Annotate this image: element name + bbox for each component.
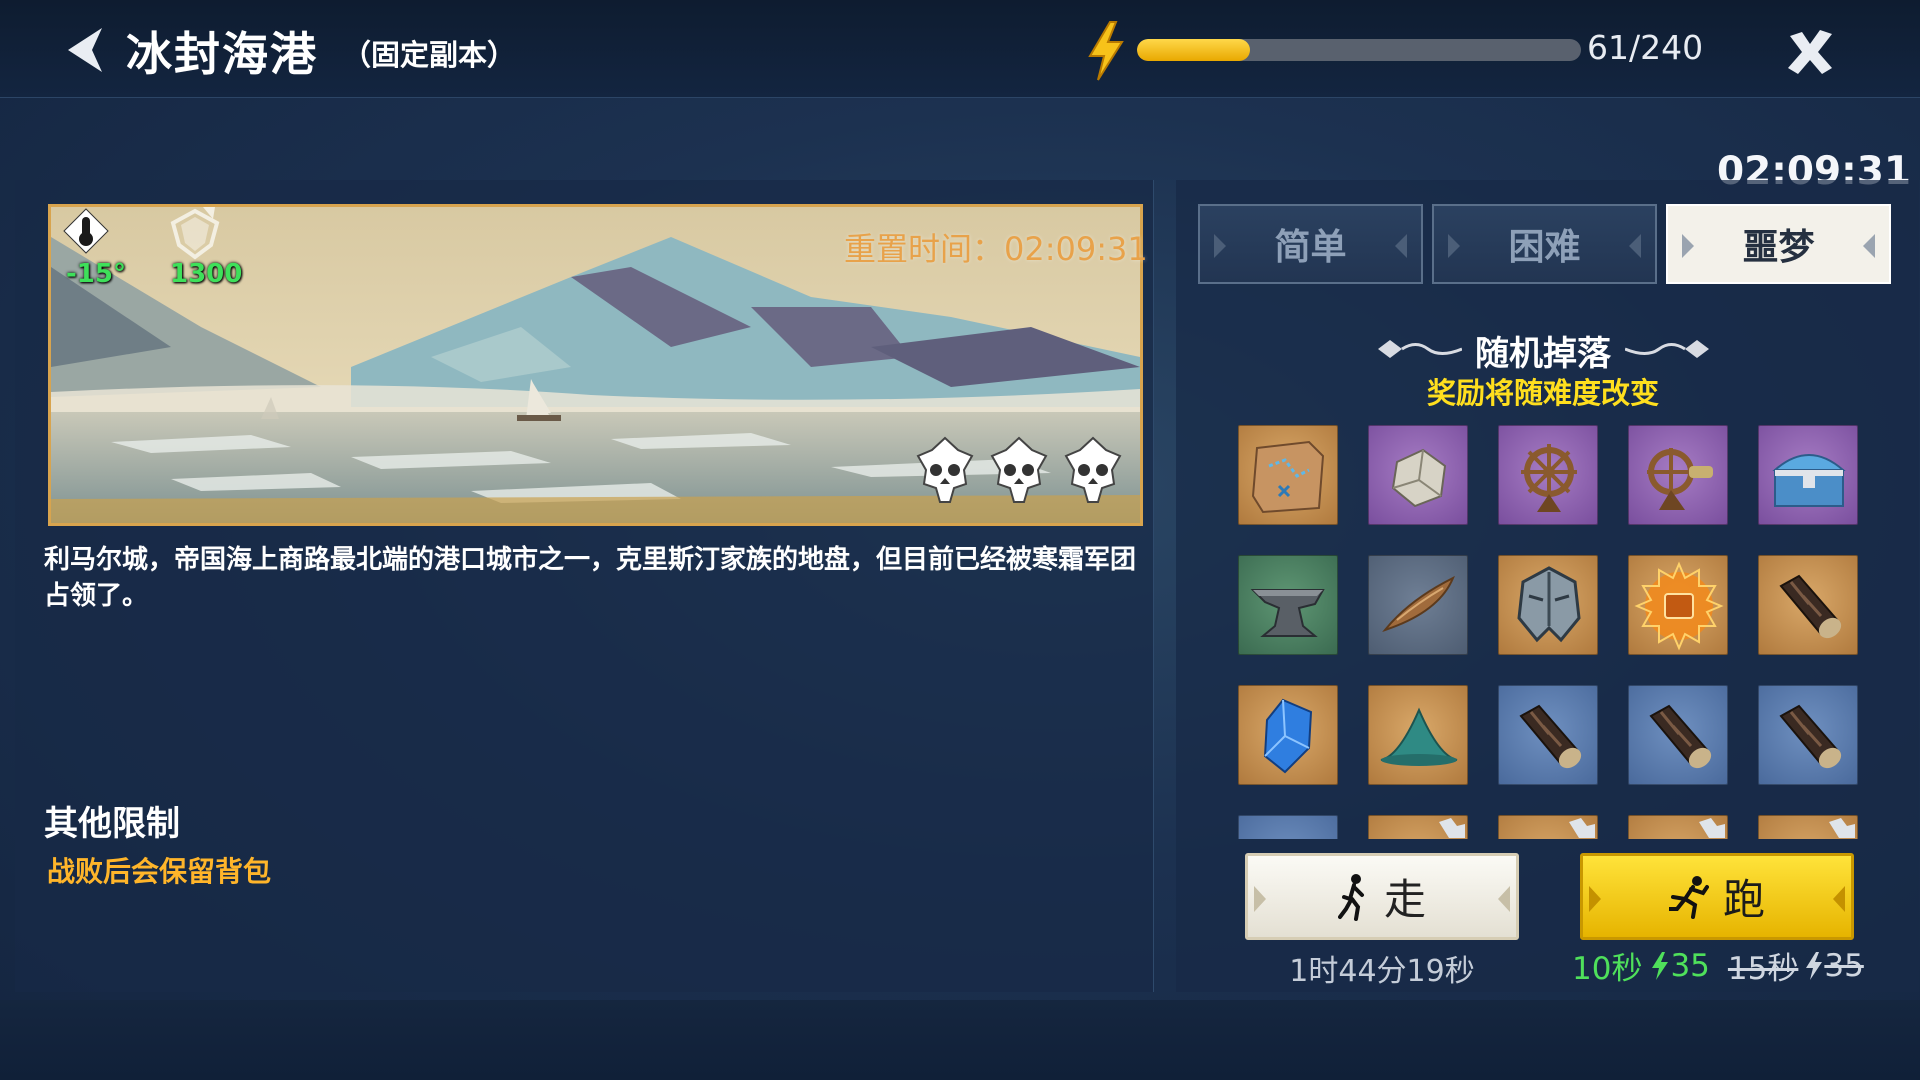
- treasure-map-icon: [1251, 440, 1325, 514]
- run-button[interactable]: 跑: [1580, 853, 1854, 940]
- drops-title: 随机掉落: [1475, 334, 1611, 374]
- drop-item[interactable]: [1368, 685, 1468, 785]
- drop-item[interactable]: [1368, 815, 1468, 839]
- drop-item[interactable]: [1238, 685, 1338, 785]
- ship-wheel-icon: [1521, 444, 1577, 512]
- drop-item[interactable]: [1238, 555, 1338, 655]
- drop-item[interactable]: [1758, 815, 1858, 839]
- drop-item[interactable]: [1758, 425, 1858, 525]
- difficulty-skulls: [914, 436, 1124, 504]
- energy-icon: [1088, 21, 1124, 81]
- tab-hard[interactable]: 困难: [1432, 204, 1657, 284]
- energy-bar: [1137, 39, 1581, 61]
- energy-count: 61/240: [1587, 28, 1704, 67]
- drop-item[interactable]: [1628, 685, 1728, 785]
- run-energy-cost: 35: [1670, 947, 1710, 984]
- treasure-chest-icon: [1772, 454, 1846, 507]
- drop-item[interactable]: [1498, 425, 1598, 525]
- blueprint-badge-icon: [1634, 561, 1724, 651]
- item-icon: [1699, 818, 1725, 838]
- helmet-icon: [1517, 566, 1581, 643]
- canoe-icon: [1382, 575, 1455, 633]
- drop-item[interactable]: [1368, 555, 1468, 655]
- drop-items-grid: [1238, 425, 1860, 839]
- dungeon-description: 利马尔城，帝国海上商路最北端的港口城市之一，克里斯汀家族的地盘，但目前已经被寒霜…: [44, 545, 1137, 611]
- walk-time: 1时44分19秒: [1289, 954, 1475, 989]
- drop-item[interactable]: [1758, 555, 1858, 655]
- page-title: 冰封海港: [126, 27, 318, 81]
- blue-crystal-icon: [1263, 698, 1313, 774]
- original-energy-cost: 35: [1824, 947, 1864, 984]
- energy-bar-fill: [1137, 39, 1250, 61]
- drop-item[interactable]: [1628, 815, 1728, 839]
- shield-icon: [170, 207, 220, 260]
- original-cost: 15秒 35: [1728, 943, 1864, 988]
- running-person-icon: [1668, 875, 1709, 919]
- run-cost: 10秒 35 15秒 35: [1572, 943, 1864, 988]
- original-time: 15秒: [1727, 951, 1799, 987]
- tab-easy-label: 简单: [1274, 227, 1347, 268]
- fabric-roll-icon: [1519, 704, 1582, 769]
- ship-wheel-crank-icon: [1647, 448, 1713, 510]
- drops-subtitle: 奖励将随难度改变: [1426, 376, 1659, 410]
- run-time: 10秒: [1572, 951, 1643, 987]
- temperature-value: -15°: [66, 259, 126, 289]
- tab-easy[interactable]: 简单: [1198, 204, 1423, 284]
- drop-item[interactable]: [1498, 555, 1598, 655]
- restrictions-title: 其他限制: [44, 804, 180, 844]
- item-icon: [1439, 818, 1465, 838]
- run-label: 跑: [1722, 875, 1765, 924]
- walking-person-icon: [1337, 873, 1364, 921]
- sand-pile-icon: [1380, 707, 1458, 766]
- tab-nightmare-label: 噩梦: [1742, 227, 1815, 268]
- drop-item[interactable]: [1368, 425, 1468, 525]
- drop-item[interactable]: [1238, 425, 1338, 525]
- anvil-icon: [1250, 589, 1325, 637]
- energy-icon: [1652, 951, 1669, 980]
- thermometer-icon: [63, 208, 109, 254]
- drop-item[interactable]: [1238, 815, 1338, 839]
- back-arrow-icon[interactable]: [58, 22, 114, 78]
- skull-icon: [1064, 436, 1122, 503]
- item-icon: [1569, 818, 1595, 838]
- fabric-roll-icon: [1779, 574, 1842, 639]
- walk-button[interactable]: 走: [1245, 853, 1519, 940]
- walk-label: 走: [1383, 875, 1426, 924]
- ore-chunk-icon: [1391, 448, 1447, 508]
- tab-hard-label: 困难: [1508, 227, 1581, 268]
- tab-nightmare[interactable]: 噩梦: [1666, 204, 1891, 284]
- fabric-roll-icon: [1779, 704, 1842, 769]
- drop-item[interactable]: [1498, 815, 1598, 839]
- defense-value: 1300: [170, 259, 243, 289]
- drop-item[interactable]: [1498, 685, 1598, 785]
- skull-icon: [916, 436, 974, 503]
- close-icon[interactable]: [1782, 24, 1838, 80]
- drop-item[interactable]: [1758, 685, 1858, 785]
- energy-icon: [1806, 951, 1823, 980]
- item-icon: [1829, 818, 1855, 838]
- drop-item[interactable]: [1628, 555, 1728, 655]
- fabric-roll-icon: [1649, 704, 1712, 769]
- reset-time-label: 重置时间：02:09:31: [844, 230, 1148, 268]
- page-subtitle: （固定副本）: [342, 38, 517, 72]
- skull-icon: [990, 436, 1048, 503]
- bottom-strip: [0, 1000, 1920, 1080]
- restrictions-text: 战败后会保留背包: [47, 855, 272, 888]
- drop-item[interactable]: [1628, 425, 1728, 525]
